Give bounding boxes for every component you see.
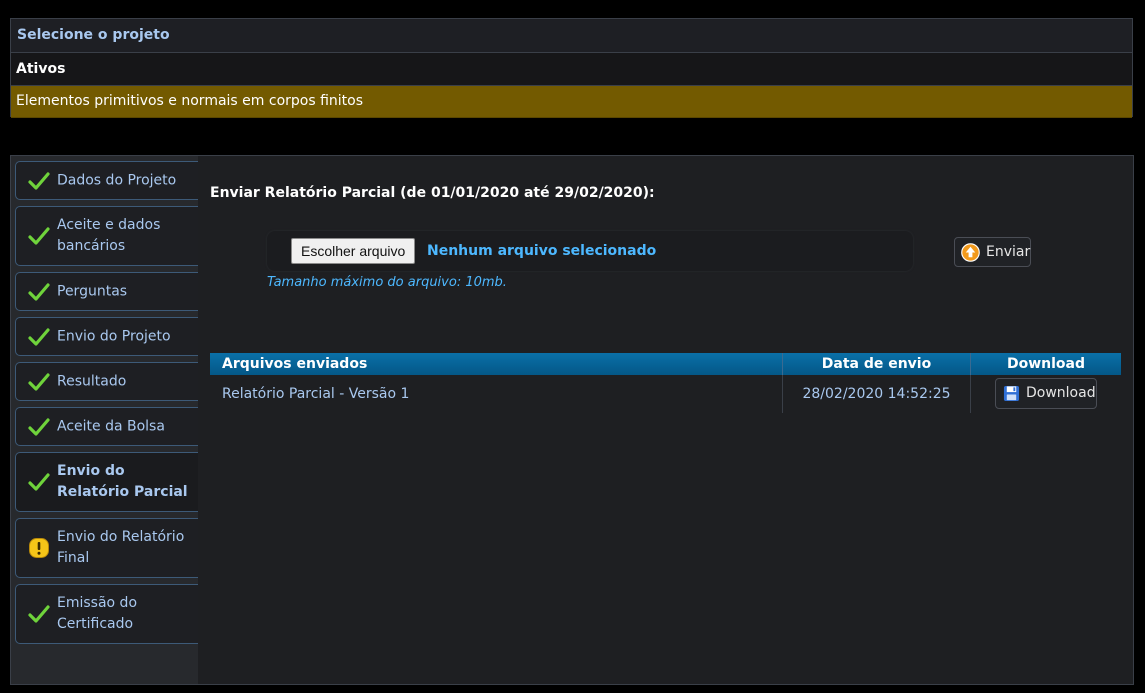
table-row: Relatório Parcial - Versão 1 28/02/2020 … (210, 375, 1121, 413)
sidebar-step-label: Aceite da Bolsa (57, 418, 165, 434)
floppy-disk-icon (1003, 385, 1020, 402)
project-selector: Selecione o projeto Ativos Elementos pri… (10, 18, 1133, 118)
check-icon (28, 227, 50, 245)
file-status-text: Nenhum arquivo selecionado (427, 243, 657, 259)
sidebar-step-aceite-e-dados-bancarios[interactable]: Aceite e dados bancários (15, 206, 198, 266)
main-panel: Dados do Projeto Aceite e dados bancário… (10, 155, 1134, 685)
check-icon (28, 417, 50, 436)
max-file-size-note: Tamanho máximo do arquivo: 10mb. (267, 275, 507, 290)
sidebar-step-label: Dados do Projeto (57, 172, 177, 188)
check-icon (28, 171, 50, 190)
file-name-link[interactable]: Relatório Parcial - Versão 1 (210, 375, 782, 413)
sidebar-step-label: Envio do Relatório Parcial (57, 463, 188, 500)
upload-title: Enviar Relatório Parcial (de 01/01/2020 … (210, 185, 655, 201)
column-header-date: Data de envio (782, 353, 970, 375)
send-button-label: Enviar (986, 244, 1031, 260)
sidebar-step-envio-do-relatorio-final[interactable]: Envio do Relatório Final (15, 518, 198, 578)
sidebar-step-perguntas[interactable]: Perguntas (15, 272, 198, 311)
sidebar-step-label: Aceite e dados bancários (57, 217, 161, 254)
download-cell: Download (970, 375, 1121, 413)
sidebar-step-label: Envio do Relatório Final (57, 529, 185, 566)
sidebar-step-aceite-da-bolsa[interactable]: Aceite da Bolsa (15, 407, 198, 446)
send-button[interactable]: Enviar (954, 237, 1031, 267)
warning-icon (29, 538, 49, 558)
check-icon (28, 282, 50, 301)
sidebar-step-dados-do-projeto[interactable]: Dados do Projeto (15, 161, 198, 200)
check-icon (28, 327, 50, 346)
upload-arrow-icon (961, 243, 980, 262)
selected-project-item[interactable]: Elementos primitivos e normais em corpos… (11, 86, 1132, 118)
sidebar-step-envio-do-projeto[interactable]: Envio do Projeto (15, 317, 198, 356)
project-selector-header: Selecione o projeto (11, 19, 1132, 53)
table-header: Arquivos enviados Data de envio Download (210, 353, 1121, 375)
download-button[interactable]: Download (995, 378, 1097, 409)
file-sent-date: 28/02/2020 14:52:25 (782, 375, 970, 413)
report-upload-content: Enviar Relatório Parcial (de 01/01/2020 … (198, 156, 1133, 684)
sent-files-table: Arquivos enviados Data de envio Download… (210, 353, 1121, 413)
sidebar-step-label: Envio do Projeto (57, 328, 171, 344)
steps-sidebar: Dados do Projeto Aceite e dados bancário… (11, 156, 198, 684)
project-group-label: Ativos (11, 53, 1132, 86)
sidebar-step-label: Resultado (57, 373, 127, 389)
check-icon (28, 473, 50, 491)
sidebar-step-emissao-do-certificado[interactable]: Emissão do Certificado (15, 584, 198, 644)
column-header-files: Arquivos enviados (222, 356, 368, 372)
check-icon (28, 605, 50, 623)
sidebar-step-envio-do-relatorio-parcial[interactable]: Envio do Relatório Parcial (15, 452, 198, 512)
sidebar-step-label: Perguntas (57, 283, 128, 299)
sidebar-step-resultado[interactable]: Resultado (15, 362, 198, 401)
file-input-row: Escolher arquivo Nenhum arquivo selecion… (267, 231, 913, 271)
check-icon (28, 372, 50, 391)
download-button-label: Download (1026, 385, 1096, 401)
sidebar-step-label: Emissão do Certificado (57, 595, 138, 632)
column-header-download: Download (970, 353, 1121, 375)
choose-file-button[interactable]: Escolher arquivo (291, 238, 416, 264)
